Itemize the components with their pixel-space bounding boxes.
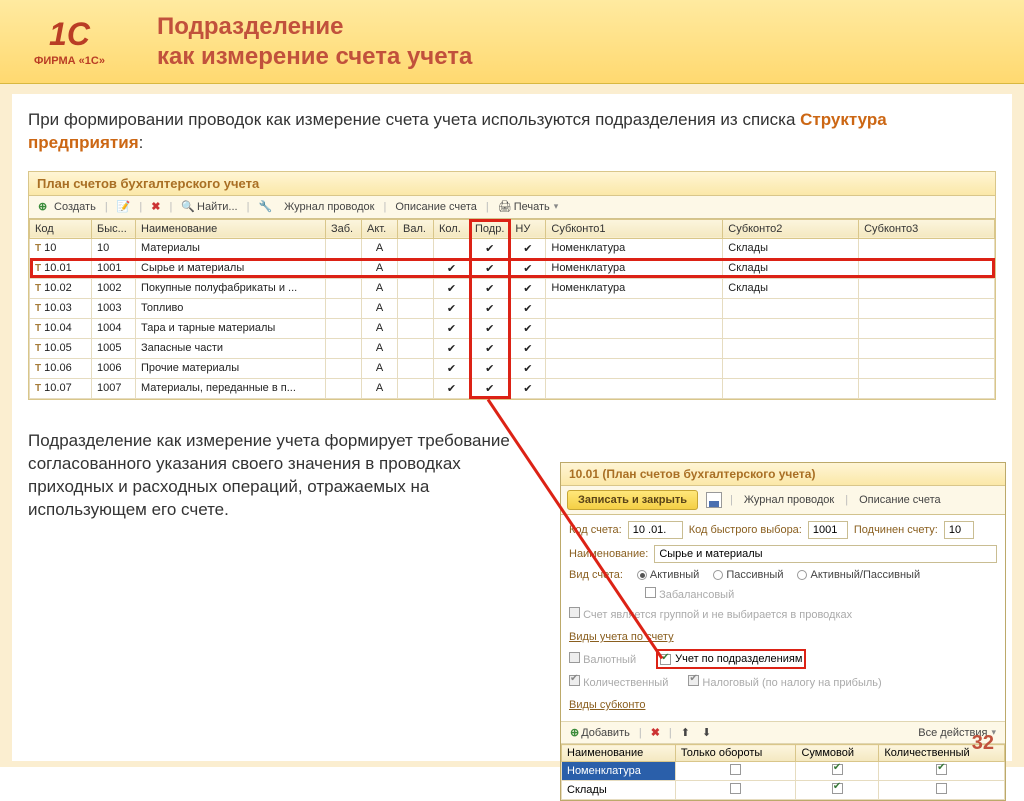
table-row[interactable]: T 10.031003ТопливоА✔✔✔ <box>30 298 995 318</box>
save-close-button[interactable]: Записать и закрыть <box>567 490 698 510</box>
checkbox-icon <box>688 675 699 686</box>
chart-of-accounts-panel: План счетов бухгалтерского учета ⊕Создат… <box>28 171 996 400</box>
create-button[interactable]: ⊕Создать <box>35 199 99 215</box>
plus-icon: ⊕ <box>570 726 579 739</box>
checkbox-by-department[interactable]: Учет по подразделениям <box>656 649 806 669</box>
table-row[interactable]: T 10.021002Покупные полуфабрикаты и ...А… <box>30 278 995 298</box>
account-detail-panel: 10.01 (План счетов бухгалтерского учета)… <box>560 462 1006 801</box>
column-header[interactable]: Вал. <box>398 219 434 238</box>
column-header[interactable]: НУ <box>510 219 546 238</box>
plus-icon: ⊕ <box>38 200 52 214</box>
column-header[interactable]: Заб. <box>326 219 362 238</box>
fast-field[interactable]: 1001 <box>808 521 848 539</box>
slide-header: 1С ФИРМА «1С» Подразделение как измерени… <box>0 0 1024 84</box>
content-area: При формировании проводок как измерение … <box>0 84 1024 767</box>
move-down-button[interactable]: ⬇ <box>699 725 714 740</box>
checkbox-tax[interactable]: Налоговый (по налогу на прибыль) <box>688 675 881 689</box>
table-row[interactable]: T 10.051005Запасные частиА✔✔✔ <box>30 338 995 358</box>
delete-button[interactable]: ✖ <box>148 199 163 214</box>
chart-title: План счетов бухгалтерского учета <box>29 172 995 196</box>
table-row[interactable]: Номенклатура <box>562 762 1005 781</box>
subconto-table[interactable]: НаименованиеТолько оборотыСуммовойКоличе… <box>561 744 1005 800</box>
intro-paragraph: При формировании проводок как измерение … <box>28 109 996 155</box>
radio-passive[interactable]: Пассивный <box>713 569 783 581</box>
save-icon[interactable] <box>706 492 722 508</box>
checkbox-icon <box>569 675 580 686</box>
description-link[interactable]: Описание счета <box>856 493 944 507</box>
checkbox-isgroup[interactable]: Счет является группой и не выбирается в … <box>569 607 852 621</box>
description-button[interactable]: Описание счета <box>392 200 480 214</box>
column-header[interactable]: Наименование <box>136 219 326 238</box>
code-field[interactable]: 10 .01. <box>628 521 683 539</box>
table-row[interactable]: T 1010МатериалыА✔✔НоменклатураСклады <box>30 238 995 258</box>
subconto-section-label: Виды субконто <box>569 699 997 711</box>
detail-toolbar: Записать и закрыть | Журнал проводок | О… <box>561 486 1005 515</box>
journal-link[interactable]: Журнал проводок <box>741 493 837 507</box>
slide-body: При формировании проводок как измерение … <box>12 94 1012 761</box>
table-row[interactable]: T 10.011001Сырье и материалыА✔✔✔Номенкла… <box>30 258 995 278</box>
body-paragraph: Подразделение как измерение учета формир… <box>28 430 548 522</box>
add-button[interactable]: ⊕Добавить <box>567 725 633 740</box>
column-header[interactable]: Субконто2 <box>723 219 859 238</box>
table-row[interactable]: T 10.071007Материалы, переданные в п...А… <box>30 378 995 398</box>
column-header[interactable]: Субконто1 <box>546 219 723 238</box>
logo: 1С ФИРМА «1С» <box>12 16 127 67</box>
checkbox-icon <box>569 607 580 618</box>
checkbox-currency[interactable]: Валютный <box>569 652 636 666</box>
logo-main: 1С <box>49 16 90 53</box>
column-header[interactable]: Быс... <box>92 219 136 238</box>
move-up-button[interactable]: ⬆ <box>678 725 693 740</box>
detail-form: Код счета: 10 .01. Код быстрого выбора: … <box>561 515 1005 717</box>
radio-icon <box>637 570 647 580</box>
checkbox-offbalance[interactable]: Забалансовый <box>645 587 734 601</box>
name-field[interactable]: Сырье и материалы <box>654 545 997 563</box>
parent-label: Подчинен счету: <box>854 524 938 536</box>
column-header[interactable]: Только обороты <box>675 745 796 762</box>
radio-icon <box>713 570 723 580</box>
column-header[interactable]: Суммовой <box>796 745 879 762</box>
table-row[interactable]: Склады <box>562 781 1005 800</box>
column-header[interactable]: Код <box>30 219 92 238</box>
journal-button[interactable]: Журнал проводок <box>281 200 377 214</box>
kind-label: Вид счета: <box>569 569 623 581</box>
radio-active-passive[interactable]: Активный/Пассивный <box>797 569 920 581</box>
types-section-label: Виды учета по счету <box>569 631 997 643</box>
parent-field[interactable]: 10 <box>944 521 974 539</box>
name-label: Наименование: <box>569 548 648 560</box>
print-button[interactable]: 🖨Печать <box>495 199 562 214</box>
code-label: Код счета: <box>569 524 622 536</box>
remove-button[interactable]: ✖ <box>648 725 663 740</box>
page-number: 32 <box>972 732 994 755</box>
column-header[interactable]: Подр. <box>470 219 510 238</box>
fast-label: Код быстрого выбора: <box>689 524 802 536</box>
chart-toolbar: ⊕Создать | 📝 | ✖ | 🔍Найти... | 🔧 Журнал … <box>29 196 995 219</box>
checkbox-icon <box>645 587 656 598</box>
slide-title: Подразделение как измерение счета учета <box>157 12 472 72</box>
accounts-table[interactable]: КодБыс...НаименованиеЗаб.Акт.Вал.Кол.Под… <box>29 219 995 399</box>
radio-active[interactable]: Активный <box>637 569 699 581</box>
subconto-toolbar: ⊕Добавить | ✖ | ⬆ ⬇ Все действия <box>561 721 1005 744</box>
find-button[interactable]: 🔍Найти... <box>178 199 240 214</box>
radio-icon <box>797 570 807 580</box>
detail-title: 10.01 (План счетов бухгалтерского учета) <box>561 463 1005 486</box>
checkbox-icon <box>569 652 580 663</box>
column-header[interactable]: Субконто3 <box>859 219 995 238</box>
logo-sub: ФИРМА «1С» <box>34 55 105 67</box>
table-row[interactable]: T 10.061006Прочие материалыА✔✔✔ <box>30 358 995 378</box>
table-row[interactable]: T 10.041004Тара и тарные материалыА✔✔✔ <box>30 318 995 338</box>
edit-button[interactable]: 📝 <box>114 199 134 214</box>
checkbox-quantity[interactable]: Количественный <box>569 675 668 689</box>
settings-button[interactable]: 🔧 <box>255 199 275 214</box>
column-header[interactable]: Наименование <box>562 745 676 762</box>
column-header[interactable]: Акт. <box>362 219 398 238</box>
column-header[interactable]: Кол. <box>434 219 470 238</box>
checkbox-icon <box>660 654 671 665</box>
